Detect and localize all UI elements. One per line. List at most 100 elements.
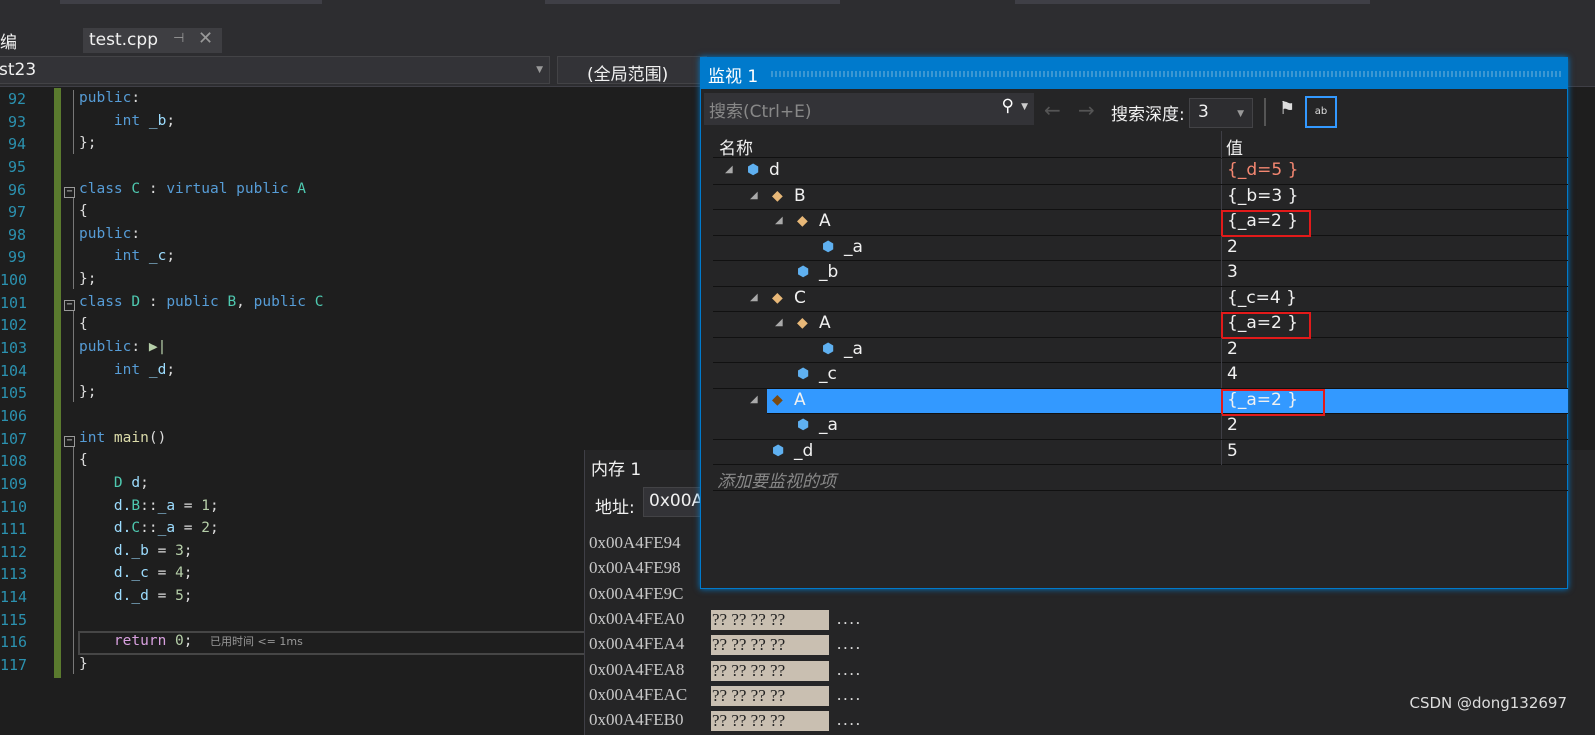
collapse-toggle-icon[interactable]: − bbox=[64, 186, 75, 198]
code-line[interactable]: public: bbox=[79, 90, 140, 106]
watch-value[interactable]: {_c=4 } bbox=[1227, 288, 1297, 308]
code-line[interactable]: { bbox=[79, 452, 88, 468]
watch-value[interactable]: {_b=3 } bbox=[1227, 186, 1298, 206]
memory-row[interactable]: 0x00A4FEA4 ?? ?? ?? ??.... bbox=[589, 634, 860, 656]
expand-triangle-icon[interactable]: ◢ bbox=[725, 164, 733, 175]
watch-value[interactable]: 5 bbox=[1227, 441, 1238, 461]
tab-test-cpp[interactable]: test.cpp ⊣ ✕ bbox=[83, 28, 222, 53]
drag-grip[interactable] bbox=[771, 71, 1561, 77]
code-line[interactable]: int main() bbox=[79, 430, 166, 446]
memory-bytes[interactable]: ?? ?? ?? ?? bbox=[711, 685, 829, 706]
search-input[interactable]: 搜索(Ctrl+E) ⚲ ▼ bbox=[704, 93, 1034, 125]
close-icon[interactable]: ✕ bbox=[198, 28, 213, 49]
project-dropdown[interactable]: st23 ▼ bbox=[0, 56, 550, 84]
column-divider[interactable] bbox=[1221, 131, 1222, 158]
watch-row[interactable]: ◢ ◆ B {_b=3 } bbox=[713, 184, 1568, 210]
code-line[interactable]: class C : virtual public A bbox=[79, 181, 306, 197]
memory-bytes[interactable]: ?? ?? ?? ?? bbox=[711, 711, 829, 732]
memory-chars: .... bbox=[837, 634, 862, 654]
memory-row[interactable]: 0x00A4FEA0 ?? ?? ?? ??.... bbox=[589, 609, 860, 630]
collapse-toggle-icon[interactable]: − bbox=[64, 299, 75, 311]
tab-partial[interactable]: 编 bbox=[0, 28, 17, 53]
pin-filter-icon[interactable]: ⚑ bbox=[1279, 98, 1295, 119]
line-number: 103 bbox=[0, 339, 28, 358]
code-token: : bbox=[131, 225, 141, 242]
watch-row[interactable]: ◢ ◆ C {_c=4 } bbox=[713, 286, 1568, 312]
watch-row[interactable]: ⬢ _b 3 bbox=[713, 261, 1568, 287]
code-line[interactable]: public: ▶| bbox=[79, 339, 166, 355]
memory-bytes[interactable]: ?? ?? ?? ?? bbox=[711, 660, 829, 681]
code-line[interactable]: class D : public B, public C bbox=[79, 294, 323, 310]
name-column-header[interactable]: 名称 bbox=[719, 134, 753, 159]
watch-row[interactable]: ⬢ _c 4 bbox=[713, 363, 1568, 389]
memory-bytes[interactable]: ?? ?? ?? ?? bbox=[711, 609, 829, 630]
chevron-down-icon[interactable]: ▼ bbox=[1021, 102, 1028, 112]
code-line[interactable]: d._b = 3; bbox=[79, 543, 193, 559]
memory-row[interactable]: 0x00A4FEB0 ?? ?? ?? ??.... bbox=[589, 710, 860, 732]
watch-row[interactable]: ◢ ◆ A {_a=2 } bbox=[750, 388, 1568, 416]
code-token: d bbox=[131, 474, 141, 491]
forward-arrow-icon[interactable]: → bbox=[1078, 98, 1095, 122]
code-line[interactable]: d._c = 4; bbox=[79, 565, 193, 581]
pin-icon[interactable]: ⊣ bbox=[173, 31, 184, 46]
code-token: class bbox=[79, 293, 132, 310]
watch-row[interactable]: ⬢ _a 2 bbox=[713, 235, 1568, 261]
line-number: 102 bbox=[0, 316, 28, 335]
code-line[interactable]: { bbox=[79, 316, 88, 332]
chevron-down-icon: ▼ bbox=[1237, 109, 1244, 119]
collapse-toggle-icon[interactable]: − bbox=[64, 435, 75, 447]
memory-row[interactable]: 0x00A4FEAC ?? ?? ?? ??.... bbox=[589, 685, 860, 706]
hex-display-icon[interactable]: ab bbox=[1305, 96, 1337, 128]
code-line[interactable]: d._d = 5; bbox=[79, 588, 193, 604]
code-token: d. bbox=[79, 588, 132, 605]
watch-value[interactable]: {_d=5 } bbox=[1227, 160, 1298, 180]
search-icon[interactable]: ⚲ bbox=[1002, 96, 1014, 116]
watch-row[interactable]: ⬢ _d 5 bbox=[713, 439, 1568, 465]
code-line[interactable]: int _d; bbox=[79, 362, 175, 378]
line-number: 99 bbox=[7, 248, 26, 267]
memory-row[interactable]: 0x00A4FE94 bbox=[589, 533, 681, 553]
watch-value[interactable]: 3 bbox=[1227, 262, 1238, 282]
search-depth-dropdown[interactable]: 3 ▼ bbox=[1189, 98, 1253, 128]
code-line[interactable]: d.C::_a = 2; bbox=[79, 520, 219, 536]
watch-row[interactable]: ⬢ _a 2 bbox=[713, 414, 1568, 440]
value-column-header[interactable]: 值 bbox=[1226, 134, 1243, 159]
memory-bytes[interactable]: ?? ?? ?? ?? bbox=[711, 635, 829, 656]
watch-row[interactable]: ◢ ◆ A {_a=2 } bbox=[713, 210, 1568, 237]
code-line[interactable]: d.B::_a = 1; bbox=[79, 498, 219, 514]
watch-title-bar[interactable]: 监视 1 bbox=[701, 58, 1567, 89]
memory-row[interactable]: 0x00A4FE9C bbox=[589, 584, 683, 604]
watch-value[interactable]: 2 bbox=[1227, 339, 1238, 359]
code-line[interactable]: return 0; 已用时间 <= 1ms bbox=[79, 633, 303, 649]
code-line[interactable]: } bbox=[79, 656, 88, 672]
code-line[interactable]: { bbox=[79, 203, 88, 219]
scope-guide bbox=[73, 197, 74, 289]
code-line[interactable]: int _b; bbox=[79, 113, 175, 129]
watch-row[interactable]: ◢ ⬢ d {_d=5 } bbox=[713, 159, 1568, 185]
watch-value[interactable]: 2 bbox=[1227, 415, 1238, 435]
code-line[interactable]: }; bbox=[79, 384, 96, 400]
expand-triangle-icon[interactable]: ◢ bbox=[750, 190, 758, 201]
toolbar-segment bbox=[1015, 0, 1370, 4]
expand-triangle-icon[interactable]: ◢ bbox=[750, 292, 758, 303]
memory-row[interactable]: 0x00A4FE98 bbox=[589, 558, 681, 578]
scope-dropdown[interactable]: (全局范围) bbox=[557, 56, 707, 85]
code-token: D bbox=[131, 293, 141, 310]
line-number: 113 bbox=[0, 565, 28, 584]
expand-triangle-icon[interactable]: ◢ bbox=[775, 215, 783, 226]
code-line[interactable]: }; bbox=[79, 271, 96, 287]
code-line[interactable]: int _c; bbox=[79, 248, 175, 264]
add-watch-item[interactable]: 添加要监视的项 bbox=[713, 465, 1568, 492]
code-line[interactable]: }; bbox=[79, 135, 96, 151]
watch-row[interactable]: ◢ ◆ A {_a=2 } bbox=[713, 312, 1568, 339]
code-line[interactable]: D d; bbox=[79, 475, 149, 491]
expand-triangle-icon[interactable]: ◢ bbox=[750, 394, 758, 405]
line-number: 98 bbox=[7, 225, 26, 244]
code-line[interactable]: public: bbox=[79, 226, 140, 242]
watch-row[interactable]: ⬢ _a 2 bbox=[713, 337, 1568, 363]
memory-row[interactable]: 0x00A4FEA8 ?? ?? ?? ??.... bbox=[589, 660, 860, 681]
back-arrow-icon[interactable]: ← bbox=[1044, 98, 1061, 122]
watch-value[interactable]: 2 bbox=[1227, 237, 1238, 257]
watch-value[interactable]: 4 bbox=[1227, 364, 1238, 384]
expand-triangle-icon[interactable]: ◢ bbox=[775, 317, 783, 328]
